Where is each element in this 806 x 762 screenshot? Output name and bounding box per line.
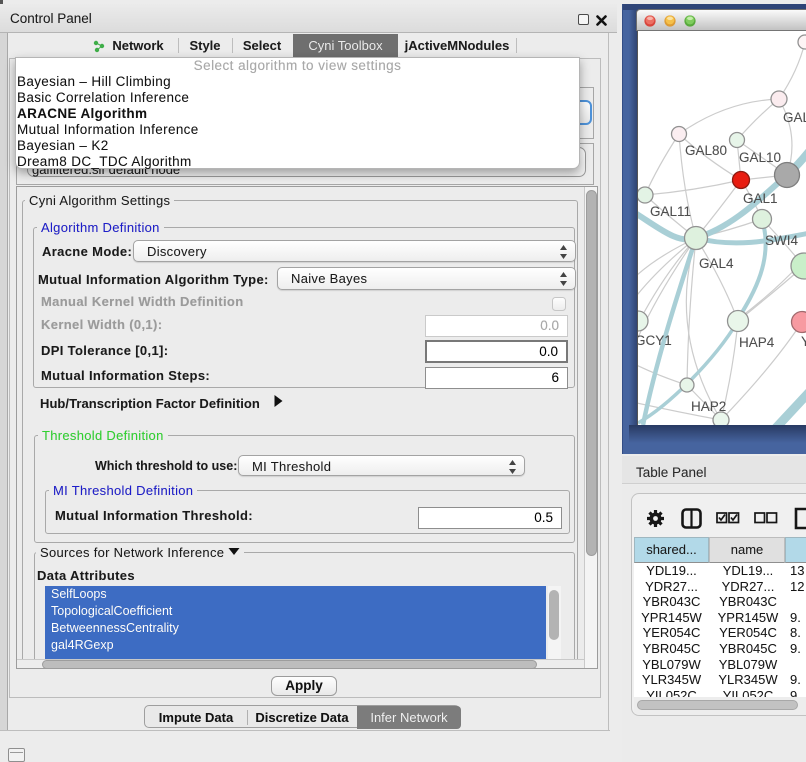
- svg-text:GAL11: GAL11: [650, 204, 691, 219]
- svg-text:GAL4: GAL4: [699, 256, 734, 271]
- svg-text:SWI4: SWI4: [765, 233, 798, 248]
- svg-text:YJ: YJ: [801, 334, 806, 349]
- svg-text:GCY1: GCY1: [638, 333, 672, 348]
- svg-text:GAL1: GAL1: [743, 191, 778, 206]
- svg-text:GAL10: GAL10: [739, 150, 781, 165]
- svg-text:HAP2: HAP2: [691, 399, 726, 414]
- svg-text:GAL7: GAL7: [783, 110, 806, 125]
- svg-text:HAP4: HAP4: [739, 335, 775, 350]
- svg-text:GAL80: GAL80: [685, 143, 727, 158]
